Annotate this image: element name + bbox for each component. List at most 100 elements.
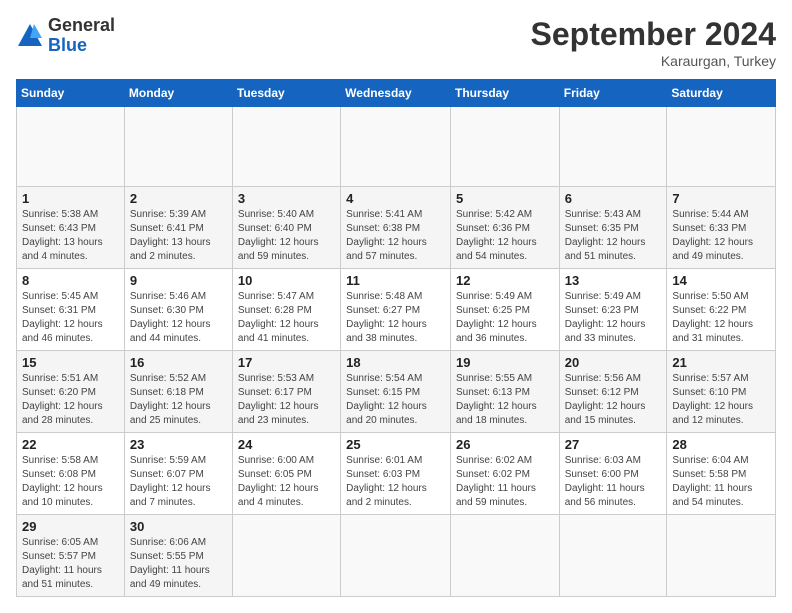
day-number: 19 <box>456 355 554 370</box>
table-row: 10Sunrise: 5:47 AM Sunset: 6:28 PM Dayli… <box>232 269 340 351</box>
calendar-header-row: Sunday Monday Tuesday Wednesday Thursday… <box>17 80 776 107</box>
day-number: 2 <box>130 191 227 206</box>
col-saturday: Saturday <box>667 80 776 107</box>
day-info: Sunrise: 5:45 AM Sunset: 6:31 PM Dayligh… <box>22 290 119 346</box>
table-row <box>559 515 667 597</box>
day-number: 24 <box>238 437 335 452</box>
table-row <box>124 107 232 187</box>
day-info: Sunrise: 5:47 AM Sunset: 6:28 PM Dayligh… <box>238 290 335 346</box>
day-number: 14 <box>672 273 770 288</box>
day-info: Sunrise: 5:59 AM Sunset: 6:07 PM Dayligh… <box>130 454 227 510</box>
day-info: Sunrise: 6:00 AM Sunset: 6:05 PM Dayligh… <box>238 454 335 510</box>
table-row: 25 Sunrise: 6:01 AM Sunset: 6:03 PM Dayli… <box>341 433 451 515</box>
day-info: Sunrise: 5:56 AM Sunset: 6:12 PM Dayligh… <box>565 372 662 428</box>
table-row: 22 Sunrise: 5:58 AM Sunset: 6:08 PM Dayli… <box>17 433 125 515</box>
table-row: 2 Sunrise: 5:39 AM Sunset: 6:41 PM Daylig… <box>124 187 232 269</box>
table-row: 1 Sunrise: 5:38 AM Sunset: 6:43 PM Daylig… <box>17 187 125 269</box>
day-info: Sunrise: 5:55 AM Sunset: 6:13 PM Dayligh… <box>456 372 554 428</box>
day-info: Sunrise: 5:51 AM Sunset: 6:20 PM Dayligh… <box>22 372 119 428</box>
col-friday: Friday <box>559 80 667 107</box>
day-info: Sunrise: 6:06 AM Sunset: 5:55 PM Dayligh… <box>130 536 227 592</box>
day-number: 21 <box>672 355 770 370</box>
day-number: 11 <box>346 273 445 288</box>
table-row: 21 Sunrise: 5:57 AM Sunset: 6:10 PM Dayli… <box>667 351 776 433</box>
table-row: 9 Sunrise: 5:46 AM Sunset: 6:30 PM Daylig… <box>124 269 232 351</box>
table-row: 7 Sunrise: 5:44 AM Sunset: 6:33 PM Daylig… <box>667 187 776 269</box>
calendar-row: 22 Sunrise: 5:58 AM Sunset: 6:08 PM Dayli… <box>17 433 776 515</box>
day-info: Sunrise: 5:42 AM Sunset: 6:36 PM Dayligh… <box>456 208 554 264</box>
table-row: 24 Sunrise: 6:00 AM Sunset: 6:05 PM Dayli… <box>232 433 340 515</box>
logo-text: General Blue <box>48 16 115 56</box>
table-row: 27Sunrise: 6:03 AM Sunset: 6:00 PM Dayli… <box>559 433 667 515</box>
day-number: 15 <box>22 355 119 370</box>
table-row <box>232 107 340 187</box>
day-number: 16 <box>130 355 227 370</box>
calendar-row <box>17 107 776 187</box>
day-info: Sunrise: 5:49 AM Sunset: 6:25 PM Dayligh… <box>456 290 554 346</box>
day-info: Sunrise: 5:39 AM Sunset: 6:41 PM Dayligh… <box>130 208 227 264</box>
day-number: 17 <box>238 355 335 370</box>
calendar-row: 15 Sunrise: 5:51 AM Sunset: 6:20 PM Dayli… <box>17 351 776 433</box>
col-tuesday: Tuesday <box>232 80 340 107</box>
table-row: 6 Sunrise: 5:43 AM Sunset: 6:35 PM Daylig… <box>559 187 667 269</box>
col-wednesday: Wednesday <box>341 80 451 107</box>
table-row: 4Sunrise: 5:41 AM Sunset: 6:38 PM Daylig… <box>341 187 451 269</box>
table-row: 19 Sunrise: 5:55 AM Sunset: 6:13 PM Dayli… <box>450 351 559 433</box>
table-row <box>559 107 667 187</box>
day-info: Sunrise: 5:44 AM Sunset: 6:33 PM Dayligh… <box>672 208 770 264</box>
day-number: 18 <box>346 355 445 370</box>
day-info: Sunrise: 5:53 AM Sunset: 6:17 PM Dayligh… <box>238 372 335 428</box>
table-row <box>341 515 451 597</box>
table-row: 8Sunrise: 5:45 AM Sunset: 6:31 PM Daylig… <box>17 269 125 351</box>
day-number: 20 <box>565 355 662 370</box>
day-number: 5 <box>456 191 554 206</box>
table-row <box>450 107 559 187</box>
table-row: 11Sunrise: 5:48 AM Sunset: 6:27 PM Dayli… <box>341 269 451 351</box>
calendar-row: 1 Sunrise: 5:38 AM Sunset: 6:43 PM Daylig… <box>17 187 776 269</box>
table-row <box>667 515 776 597</box>
day-number: 3 <box>238 191 335 206</box>
day-info: Sunrise: 5:43 AM Sunset: 6:35 PM Dayligh… <box>565 208 662 264</box>
month-title: September 2024 <box>531 16 776 53</box>
logo-general-text: General <box>48 16 115 36</box>
table-row: 15 Sunrise: 5:51 AM Sunset: 6:20 PM Dayli… <box>17 351 125 433</box>
calendar-row: 29 Sunrise: 6:05 AM Sunset: 5:57 PM Dayli… <box>17 515 776 597</box>
day-number: 28 <box>672 437 770 452</box>
logo-blue-text: Blue <box>48 36 115 56</box>
day-number: 25 <box>346 437 445 452</box>
day-info: Sunrise: 5:57 AM Sunset: 6:10 PM Dayligh… <box>672 372 770 428</box>
table-row <box>667 107 776 187</box>
day-number: 27 <box>565 437 662 452</box>
day-info: Sunrise: 5:38 AM Sunset: 6:43 PM Dayligh… <box>22 208 119 264</box>
day-info: Sunrise: 5:58 AM Sunset: 6:08 PM Dayligh… <box>22 454 119 510</box>
table-row: 5 Sunrise: 5:42 AM Sunset: 6:36 PM Daylig… <box>450 187 559 269</box>
day-info: Sunrise: 5:40 AM Sunset: 6:40 PM Dayligh… <box>238 208 335 264</box>
day-info: Sunrise: 6:01 AM Sunset: 6:03 PM Dayligh… <box>346 454 445 510</box>
day-number: 22 <box>22 437 119 452</box>
calendar-row: 8Sunrise: 5:45 AM Sunset: 6:31 PM Daylig… <box>17 269 776 351</box>
table-row: 12 Sunrise: 5:49 AM Sunset: 6:25 PM Dayli… <box>450 269 559 351</box>
table-row: 17 Sunrise: 5:53 AM Sunset: 6:17 PM Dayli… <box>232 351 340 433</box>
calendar-table: Sunday Monday Tuesday Wednesday Thursday… <box>16 79 776 597</box>
day-number: 9 <box>130 273 227 288</box>
day-number: 12 <box>456 273 554 288</box>
day-number: 29 <box>22 519 119 534</box>
day-info: Sunrise: 5:46 AM Sunset: 6:30 PM Dayligh… <box>130 290 227 346</box>
table-row: 23Sunrise: 5:59 AM Sunset: 6:07 PM Dayli… <box>124 433 232 515</box>
day-info: Sunrise: 6:05 AM Sunset: 5:57 PM Dayligh… <box>22 536 119 592</box>
table-row: 26Sunrise: 6:02 AM Sunset: 6:02 PM Dayli… <box>450 433 559 515</box>
col-thursday: Thursday <box>450 80 559 107</box>
day-number: 1 <box>22 191 119 206</box>
day-number: 30 <box>130 519 227 534</box>
logo-icon <box>16 22 44 50</box>
day-number: 6 <box>565 191 662 206</box>
table-row: 20 Sunrise: 5:56 AM Sunset: 6:12 PM Dayli… <box>559 351 667 433</box>
day-info: Sunrise: 6:04 AM Sunset: 5:58 PM Dayligh… <box>672 454 770 510</box>
table-row: 14 Sunrise: 5:50 AM Sunset: 6:22 PM Dayli… <box>667 269 776 351</box>
day-info: Sunrise: 5:49 AM Sunset: 6:23 PM Dayligh… <box>565 290 662 346</box>
table-row: 30 Sunrise: 6:06 AM Sunset: 5:55 PM Dayli… <box>124 515 232 597</box>
logo: General Blue <box>16 16 115 56</box>
col-monday: Monday <box>124 80 232 107</box>
day-info: Sunrise: 5:50 AM Sunset: 6:22 PM Dayligh… <box>672 290 770 346</box>
day-number: 7 <box>672 191 770 206</box>
